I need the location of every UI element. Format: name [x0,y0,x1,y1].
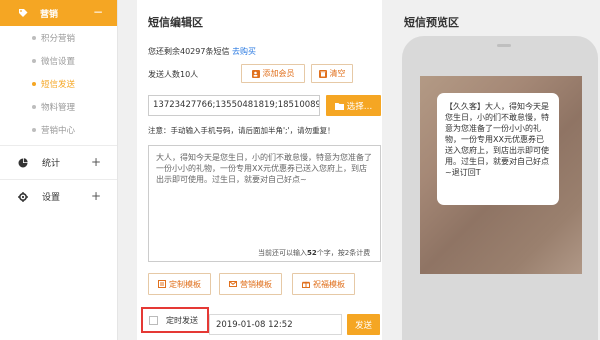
sidebar-item-label: 积分营销 [41,33,76,44]
preview-title: 短信预览区 [404,16,459,29]
sidebar-item-wechat-settings[interactable]: 微信设置 [0,49,117,72]
select-button-label: 选择… [346,101,373,112]
collapse-icon[interactable]: − [93,5,103,19]
sidebar: 营销 − 积分营销 微信设置 短信发送 物料管理 营销中心 统计 + 设置 + [0,0,118,340]
counter-number: 52 [307,249,317,257]
phone-numbers-input[interactable]: 13723427766;13550481819;18510089 [148,95,320,116]
blessing-template-button[interactable]: 祝福模板 [292,273,355,295]
sidebar-item-materials[interactable]: 物料管理 [0,95,117,118]
gift-icon [302,281,310,288]
sidebar-item-marketing-center[interactable]: 营销中心 [0,118,117,141]
input-notice: 注意：手动输入手机号码，请后面加半角';'，请勿重复！ [148,126,335,135]
sidebar-section-settings[interactable]: 设置 + [0,179,117,213]
phone-speaker [497,44,511,47]
bullet-icon [32,58,36,63]
bullet-icon [32,81,36,86]
sidebar-section-stats[interactable]: 统计 + [0,145,117,179]
sidebar-item-label: 微信设置 [41,56,76,67]
sidebar-item-label: 物料管理 [41,102,76,113]
counter-prefix: 当前还可以输入 [258,249,307,257]
bullet-icon [32,127,36,132]
mail-icon [229,281,237,287]
app-root: 营销 − 积分营销 微信设置 短信发送 物料管理 营销中心 统计 + 设置 + … [0,0,600,340]
recipient-count: 发送人数10人 [148,70,199,79]
sidebar-section-label: 统计 [42,159,61,169]
sms-preview-bubble: 【久久客】大人，得知今天是您生日，小的们不敢怠慢，特意为您准备了一份小小的礼物，… [437,93,559,205]
sidebar-item-points-marketing[interactable]: 积分营销 [0,26,117,49]
sidebar-section-label: 营销 [40,9,59,20]
clear-label: 清空 [329,69,346,78]
add-member-label: 添加会员 [262,69,295,78]
folder-icon [334,102,344,110]
bullet-icon [32,104,36,109]
custom-template-label: 定制模板 [169,279,201,289]
sidebar-section-label: 设置 [42,193,61,203]
buy-link[interactable]: 去购买 [232,47,256,56]
trash-icon [318,69,327,78]
sms-balance-text: 您还剩余40297条短信 [148,47,230,56]
sidebar-item-sms-send[interactable]: 短信发送 [0,72,117,95]
gear-icon [18,191,28,202]
scheduled-send-label: 定时发送 [166,315,198,325]
sms-balance: 您还剩余40297条短信 去购买 [148,46,256,57]
marketing-template-button[interactable]: 营销模板 [219,273,282,295]
select-button[interactable]: 选择… [326,95,381,116]
custom-template-button[interactable]: 定制模板 [148,273,211,295]
template-icon [158,280,166,288]
scheduled-send-checkbox[interactable] [149,315,158,325]
add-member-button[interactable]: 添加会员 [241,64,305,83]
sidebar-section-marketing[interactable]: 营销 − [0,0,117,26]
expand-icon[interactable]: + [91,155,101,169]
editor-title: 短信编辑区 [148,16,203,29]
clear-button[interactable]: 清空 [311,64,353,83]
counter-suffix: 个字，按2条计费 [316,249,371,257]
sms-content-textarea[interactable]: 大人，得知今天是您生日，小的们不敢怠慢，特意为您准备了一份小小的礼物，一份专用X… [148,145,381,262]
schedule-datetime-input[interactable]: 2019-01-08 12:52 [209,314,342,335]
bullet-icon [32,35,36,40]
sidebar-item-label: 营销中心 [41,125,76,136]
char-counter: 当前还可以输入52个字，按2条计费 [258,248,370,258]
tag-icon [19,9,28,17]
pie-chart-icon [18,157,28,167]
expand-icon[interactable]: + [91,189,101,203]
send-button[interactable]: 发送 [347,314,380,335]
sidebar-item-label: 短信发送 [41,79,76,90]
marketing-template-label: 营销模板 [240,279,272,289]
user-add-icon [251,69,260,78]
scheduled-send-option[interactable]: 定时发送 [141,307,209,333]
blessing-template-label: 祝福模板 [313,279,345,289]
